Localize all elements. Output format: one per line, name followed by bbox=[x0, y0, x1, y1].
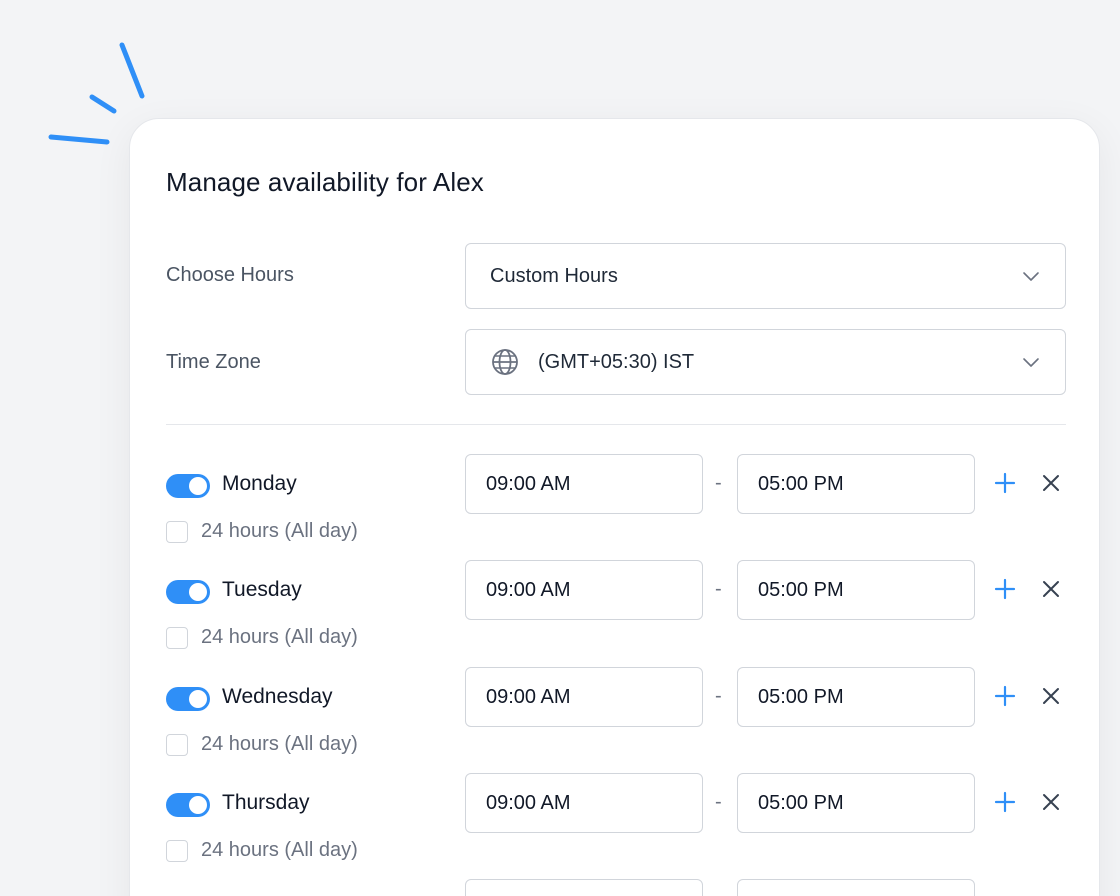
chevron-down-icon bbox=[1021, 352, 1041, 372]
all-day-checkbox-tuesday[interactable]: 24 hours (All day) bbox=[166, 626, 358, 649]
close-icon[interactable] bbox=[1038, 470, 1064, 496]
section-divider bbox=[166, 424, 1066, 425]
start-time-input-thursday[interactable]: 09:00 AM bbox=[465, 773, 703, 833]
choose-hours-select[interactable]: Custom Hours bbox=[465, 243, 1066, 309]
start-time-input-tuesday[interactable]: 09:00 AM bbox=[465, 560, 703, 620]
checkbox[interactable] bbox=[166, 520, 188, 543]
day-name: Thursday bbox=[222, 791, 310, 814]
time-separator: - bbox=[715, 685, 722, 707]
globe-icon bbox=[490, 347, 520, 377]
day-row-thursday: Thursday 24 hours (All day) 09:00 AM - 0… bbox=[166, 773, 1066, 883]
choose-hours-label: Choose Hours bbox=[166, 264, 294, 286]
day-toggle-monday[interactable] bbox=[166, 474, 210, 498]
time-separator: - bbox=[715, 578, 722, 600]
start-time-input-wednesday[interactable]: 09:00 AM bbox=[465, 667, 703, 727]
toggle-knob bbox=[189, 796, 207, 814]
day-toggle-wednesday[interactable] bbox=[166, 687, 210, 711]
plus-icon[interactable] bbox=[992, 470, 1018, 496]
close-icon[interactable] bbox=[1038, 683, 1064, 709]
all-day-label: 24 hours (All day) bbox=[201, 839, 358, 861]
toggle-knob bbox=[189, 583, 207, 601]
day-row-monday: Monday 24 hours (All day) 09:00 AM - 05:… bbox=[166, 454, 1066, 564]
end-time-input-monday[interactable]: 05:00 PM bbox=[737, 454, 975, 514]
day-toggle-thursday[interactable] bbox=[166, 793, 210, 817]
choose-hours-value: Custom Hours bbox=[490, 264, 618, 287]
time-separator: - bbox=[715, 472, 722, 494]
checkbox[interactable] bbox=[166, 839, 188, 862]
plus-icon[interactable] bbox=[992, 683, 1018, 709]
day-name: Wednesday bbox=[222, 685, 333, 708]
toggle-knob bbox=[189, 690, 207, 708]
start-time-input-next[interactable] bbox=[465, 879, 703, 896]
toggle-knob bbox=[189, 477, 207, 495]
day-toggle-tuesday[interactable] bbox=[166, 580, 210, 604]
chevron-down-icon bbox=[1021, 266, 1041, 286]
day-name: Monday bbox=[222, 472, 297, 495]
checkbox[interactable] bbox=[166, 733, 188, 756]
end-time-input-tuesday[interactable]: 05:00 PM bbox=[737, 560, 975, 620]
close-icon[interactable] bbox=[1038, 789, 1064, 815]
day-row-tuesday: Tuesday 24 hours (All day) 09:00 AM - 05… bbox=[166, 560, 1066, 670]
end-time-input-wednesday[interactable]: 05:00 PM bbox=[737, 667, 975, 727]
close-icon[interactable] bbox=[1038, 576, 1064, 602]
all-day-label: 24 hours (All day) bbox=[201, 626, 358, 648]
end-time-input-next[interactable] bbox=[737, 879, 975, 896]
all-day-label: 24 hours (All day) bbox=[201, 733, 358, 755]
end-time-input-thursday[interactable]: 05:00 PM bbox=[737, 773, 975, 833]
plus-icon[interactable] bbox=[992, 789, 1018, 815]
plus-icon[interactable] bbox=[992, 576, 1018, 602]
day-row-wednesday: Wednesday 24 hours (All day) 09:00 AM - … bbox=[166, 667, 1066, 777]
all-day-checkbox-thursday[interactable]: 24 hours (All day) bbox=[166, 839, 358, 862]
checkbox[interactable] bbox=[166, 626, 188, 649]
page-title: Manage availability for Alex bbox=[166, 167, 484, 197]
availability-card: Manage availability for Alex Choose Hour… bbox=[129, 118, 1100, 896]
time-zone-select[interactable]: (GMT+05:30) IST bbox=[465, 329, 1066, 395]
time-zone-value: (GMT+05:30) IST bbox=[538, 350, 695, 373]
all-day-label: 24 hours (All day) bbox=[201, 520, 358, 542]
all-day-checkbox-wednesday[interactable]: 24 hours (All day) bbox=[166, 733, 358, 756]
time-separator: - bbox=[715, 791, 722, 813]
day-name: Tuesday bbox=[222, 578, 302, 601]
start-time-input-monday[interactable]: 09:00 AM bbox=[465, 454, 703, 514]
time-zone-label: Time Zone bbox=[166, 351, 261, 373]
all-day-checkbox-monday[interactable]: 24 hours (All day) bbox=[166, 520, 358, 543]
